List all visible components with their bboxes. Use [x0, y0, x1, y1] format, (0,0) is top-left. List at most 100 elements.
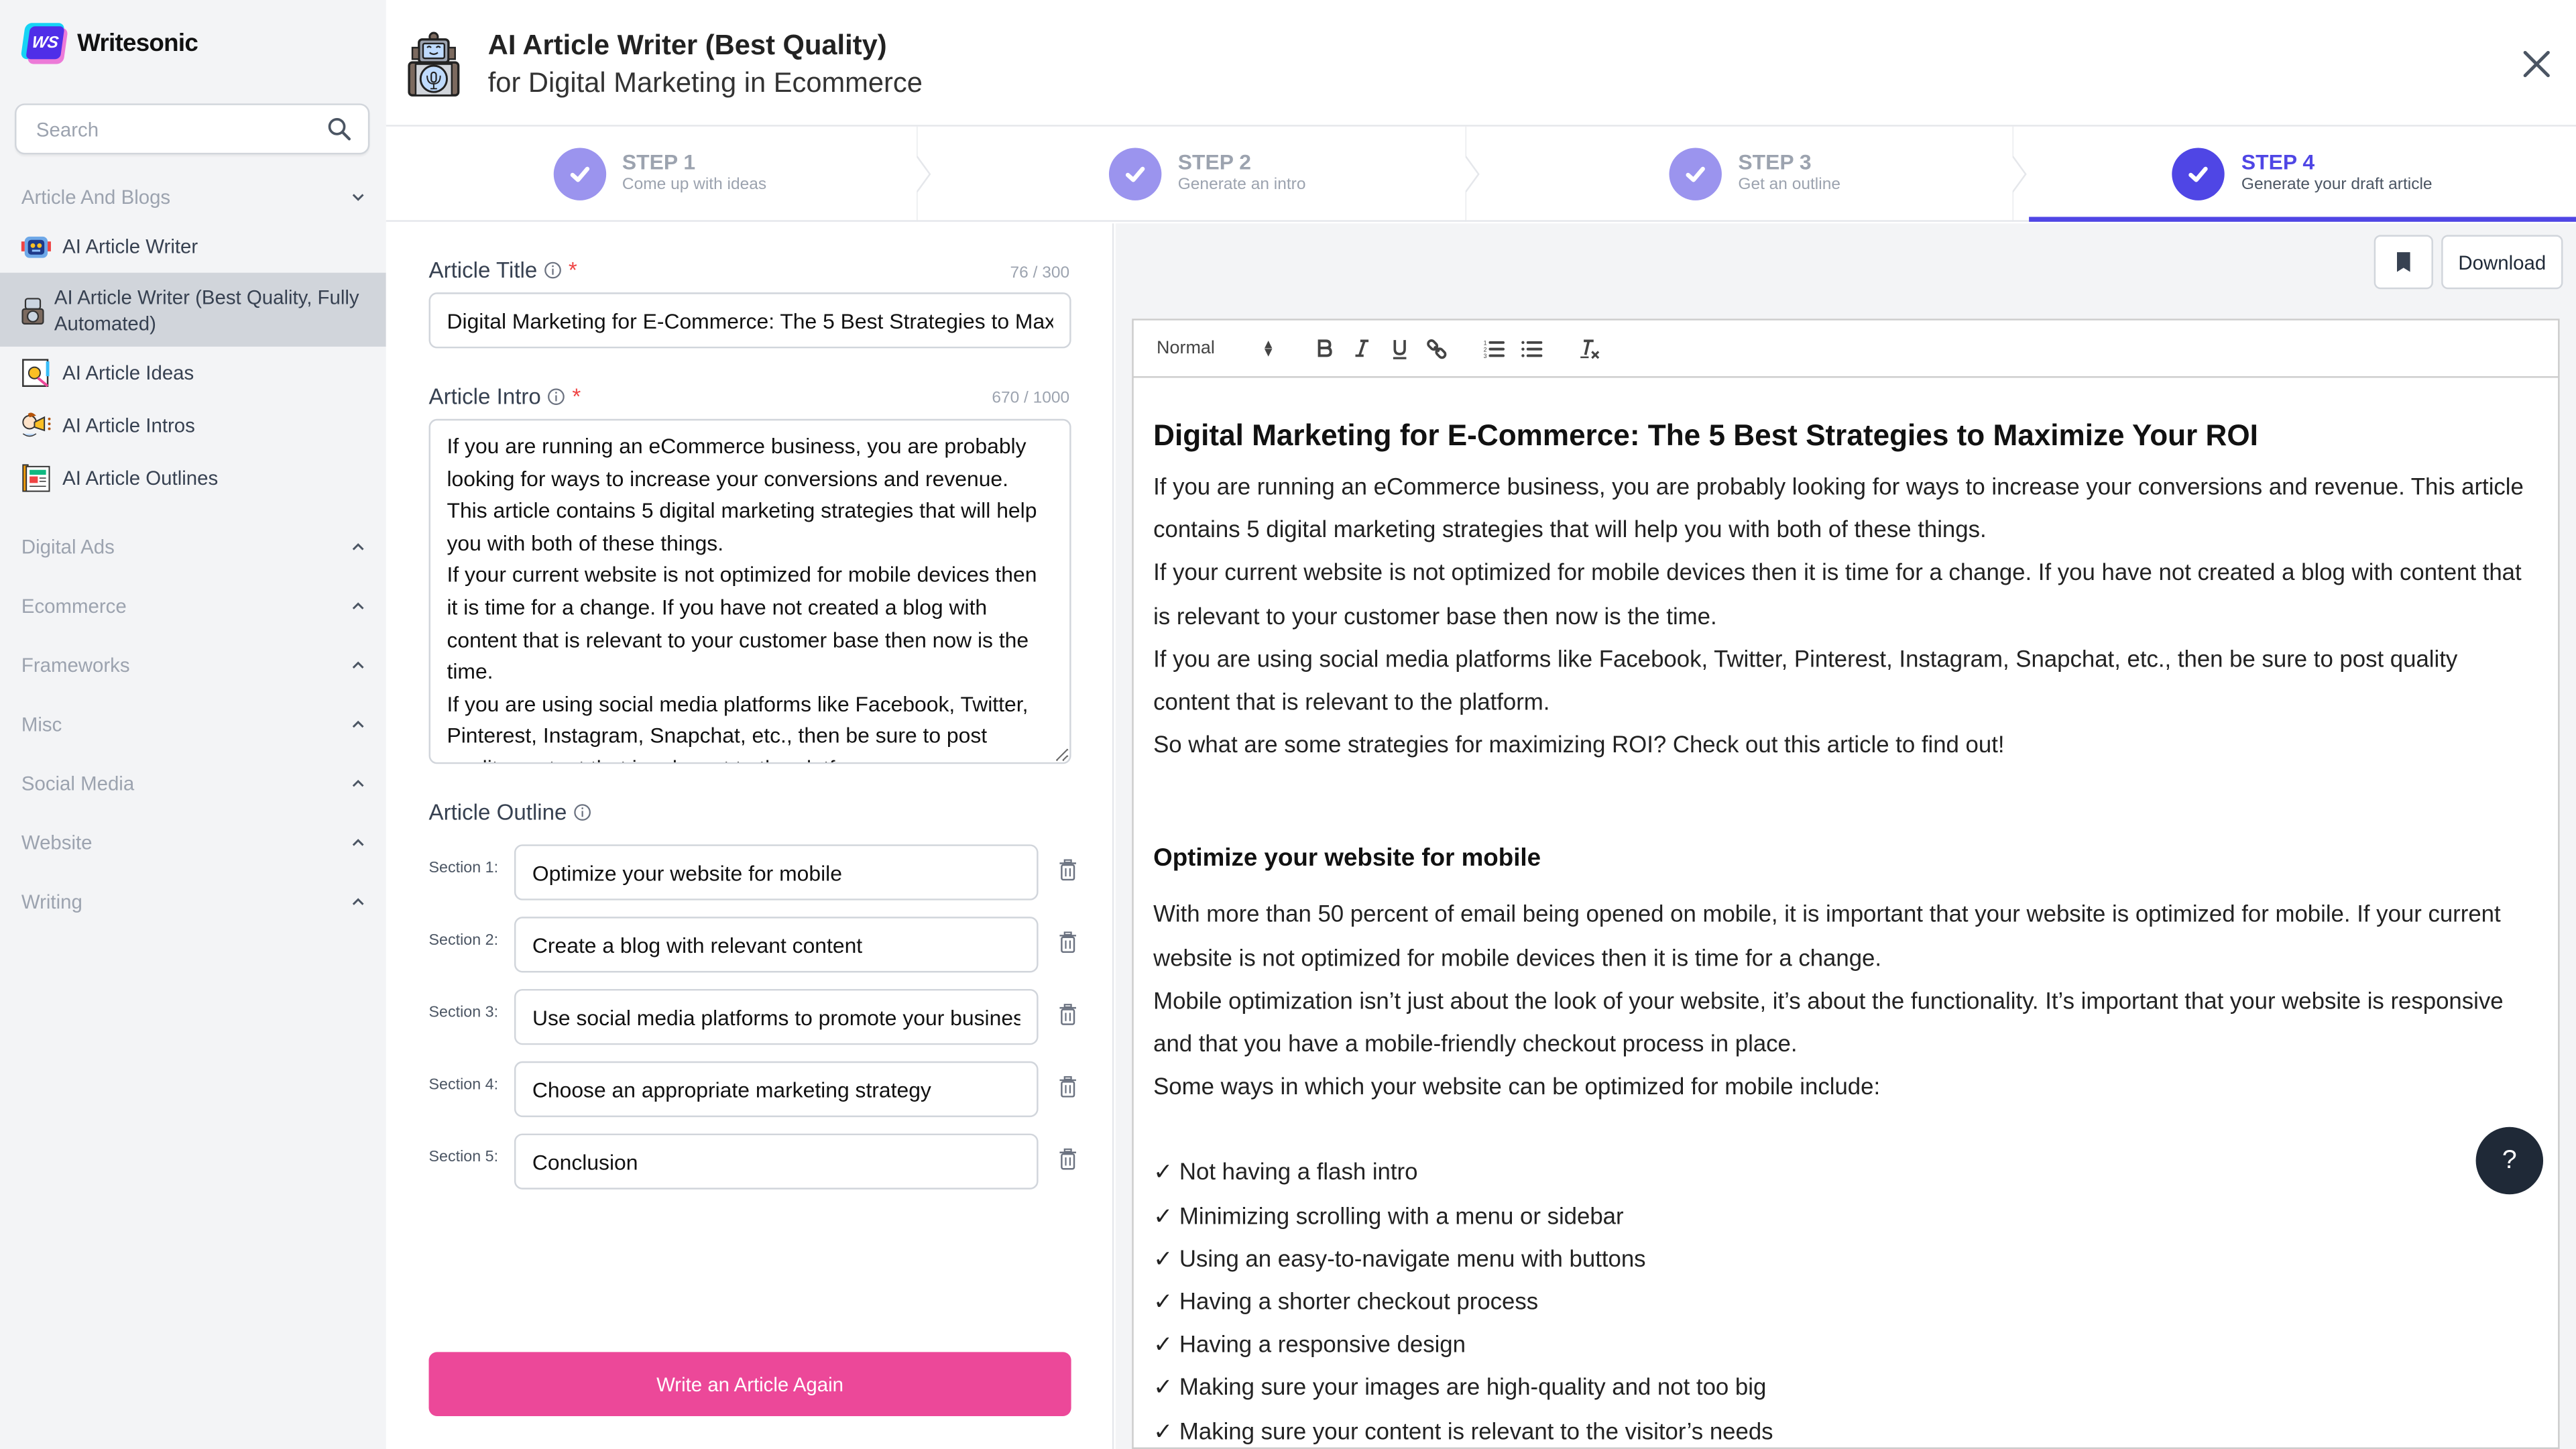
app-logo[interactable]: WS Writesonic — [20, 21, 198, 66]
sidebar-group-social-media[interactable]: Social Media — [21, 772, 367, 795]
step-desc: Generate your draft article — [2241, 176, 2433, 194]
sidebar-item-ai-article-writer-best-quality[interactable]: AI Article Writer (Best Quality, Fully A… — [0, 272, 386, 347]
step-title: STEP 4 — [2241, 149, 2315, 174]
ordered-list-button[interactable]: 123 — [1475, 332, 1513, 365]
main-panel: AI Article Writer (Best Quality) for Dig… — [386, 0, 2576, 1449]
section-input[interactable] — [514, 844, 1039, 901]
group-label: Article And Blogs — [21, 185, 171, 209]
sidebar-item-label: AI Article Intros — [62, 414, 195, 437]
article-paragraph: If your current website is not optimized… — [1153, 561, 2522, 630]
checklist-item: ✓ Making sure your content is relevant t… — [1153, 1419, 1773, 1446]
checklist-item: ✓ Having a shorter checkout process — [1153, 1289, 1539, 1316]
svg-text:3: 3 — [1484, 353, 1487, 358]
info-icon[interactable] — [544, 262, 562, 280]
article-paragraph: If you are running an eCommerce business… — [1153, 475, 2524, 544]
intro-char-count: 670 / 1000 — [992, 389, 1070, 408]
outline-section-row: Section 4: — [429, 1061, 1078, 1118]
help-button[interactable]: ? — [2475, 1126, 2544, 1195]
robot-podcast-icon — [408, 32, 460, 97]
sidebar-item-label: AI Article Writer (Best Quality, Fully A… — [54, 285, 359, 335]
clear-format-button[interactable] — [1570, 332, 1608, 365]
italic-icon — [1354, 339, 1368, 357]
required-asterisk: * — [572, 384, 581, 410]
underline-button[interactable] — [1380, 332, 1417, 365]
sidebar-group-frameworks[interactable]: Frameworks — [21, 654, 367, 677]
link-icon — [1427, 338, 1447, 359]
section-label: Section 3: — [428, 1004, 499, 1022]
step-check-circle — [2172, 147, 2225, 200]
sidebar-item-ai-article-outlines[interactable]: AI Article Outlines — [0, 460, 386, 496]
link-button[interactable] — [1418, 332, 1456, 365]
sidebar-group-digital-ads[interactable]: Digital Ads — [21, 536, 367, 559]
section-input[interactable] — [514, 1061, 1039, 1118]
checklist-item: ✓ Minimizing scrolling with a menu or si… — [1153, 1204, 1624, 1230]
group-label: Social Media — [21, 772, 135, 795]
bookmark-icon — [2396, 252, 2410, 272]
italic-button[interactable] — [1342, 332, 1380, 365]
section-label: Section 1: — [428, 859, 499, 878]
section-input[interactable] — [514, 1133, 1039, 1190]
group-label: Digital Ads — [21, 535, 115, 559]
trash-icon[interactable] — [1058, 931, 1077, 953]
search-icon[interactable] — [327, 117, 352, 141]
sidebar-item-label: AI Article Writer — [62, 235, 198, 258]
trash-icon[interactable] — [1058, 1076, 1077, 1098]
bullet-list-icon — [1521, 341, 1543, 357]
step-separator — [917, 126, 931, 222]
article-paragraph: Mobile optimization isn’t just about the… — [1153, 988, 2504, 1058]
step-3[interactable]: STEP 3 Get an outline — [1481, 126, 2029, 222]
outline-section-row: Section 3: — [428, 988, 1078, 1045]
trash-icon[interactable] — [1058, 1148, 1077, 1170]
article-form: Article Title * 76 / 300 Article Intro *… — [386, 223, 1114, 1449]
step-2[interactable]: STEP 2 Generate an intro — [933, 126, 1481, 222]
check-icon — [570, 166, 589, 182]
article-intro-textarea[interactable]: If you are running an eCommerce business… — [428, 418, 1071, 764]
chevron-up-icon — [352, 543, 364, 550]
chevron-up-icon — [352, 839, 364, 846]
article-paragraph: So what are some strategies for maximizi… — [1153, 733, 2005, 760]
article-title-label: Article Title * — [428, 257, 577, 283]
step-1[interactable]: STEP 1 Come up with ideas — [386, 126, 934, 222]
article-editor[interactable]: Digital Marketing for E-Commerce: The 5 … — [1132, 378, 2560, 1449]
sidebar-group-website[interactable]: Website — [21, 831, 367, 854]
bookmark-button[interactable] — [2374, 235, 2433, 290]
sidebar-group-writing[interactable]: Writing — [21, 890, 367, 913]
sidebar-group-article-and-blogs[interactable]: Article And Blogs — [21, 186, 367, 209]
step-desc: Get an outline — [1738, 176, 1840, 194]
article-paragraph: With more than 50 percent of email being… — [1153, 903, 2501, 972]
section-heading: Optimize your website for mobile — [1153, 845, 1541, 874]
step-check-circle — [1669, 147, 1722, 200]
check-icon — [2188, 166, 2209, 182]
sidebar-group-misc[interactable]: Misc — [21, 713, 367, 736]
info-icon[interactable] — [548, 388, 566, 406]
section-input[interactable] — [514, 988, 1039, 1045]
bullet-list-button[interactable] — [1513, 332, 1551, 365]
format-select[interactable]: Normal ▲ ▼ — [1157, 337, 1285, 360]
sidebar-item-label: AI Article Ideas — [62, 361, 194, 385]
bold-button[interactable] — [1305, 332, 1342, 365]
article-paragraph: Some ways in which your website can be o… — [1153, 1074, 1881, 1102]
ordered-list-icon: 123 — [1484, 340, 1505, 358]
select-arrows-icon: ▲ ▼ — [1262, 337, 1275, 360]
bold-icon — [1317, 339, 1332, 357]
search-input[interactable] — [33, 116, 312, 143]
section-input[interactable] — [514, 917, 1039, 973]
step-check-circle — [553, 147, 606, 200]
download-button[interactable]: Download — [2441, 235, 2563, 290]
megaphone-icon — [22, 412, 51, 437]
sidebar-group-ecommerce[interactable]: Ecommerce — [21, 595, 367, 618]
outline-section-row: Section 5: — [429, 1133, 1078, 1190]
write-article-again-button[interactable]: Write an Article Again — [428, 1352, 1071, 1416]
checklist-item: ✓ Having a responsive design — [1153, 1332, 1466, 1359]
sidebar-item-ai-article-ideas[interactable]: AI Article Ideas — [0, 355, 386, 391]
app-name: Writesonic — [77, 30, 198, 58]
article-title-input[interactable] — [428, 292, 1071, 349]
step-4[interactable]: STEP 4 Generate your draft article — [2028, 127, 2576, 222]
info-icon[interactable] — [573, 803, 591, 821]
sidebar-item-ai-article-intros[interactable]: AI Article Intros — [0, 408, 386, 444]
trash-icon[interactable] — [1058, 1004, 1077, 1025]
checklist-item: ✓ Using an easy-to-navigate menu with bu… — [1153, 1247, 1646, 1273]
close-icon[interactable] — [2520, 48, 2553, 80]
sidebar-item-ai-article-writer[interactable]: AI Article Writer — [0, 229, 386, 265]
trash-icon[interactable] — [1058, 859, 1077, 881]
